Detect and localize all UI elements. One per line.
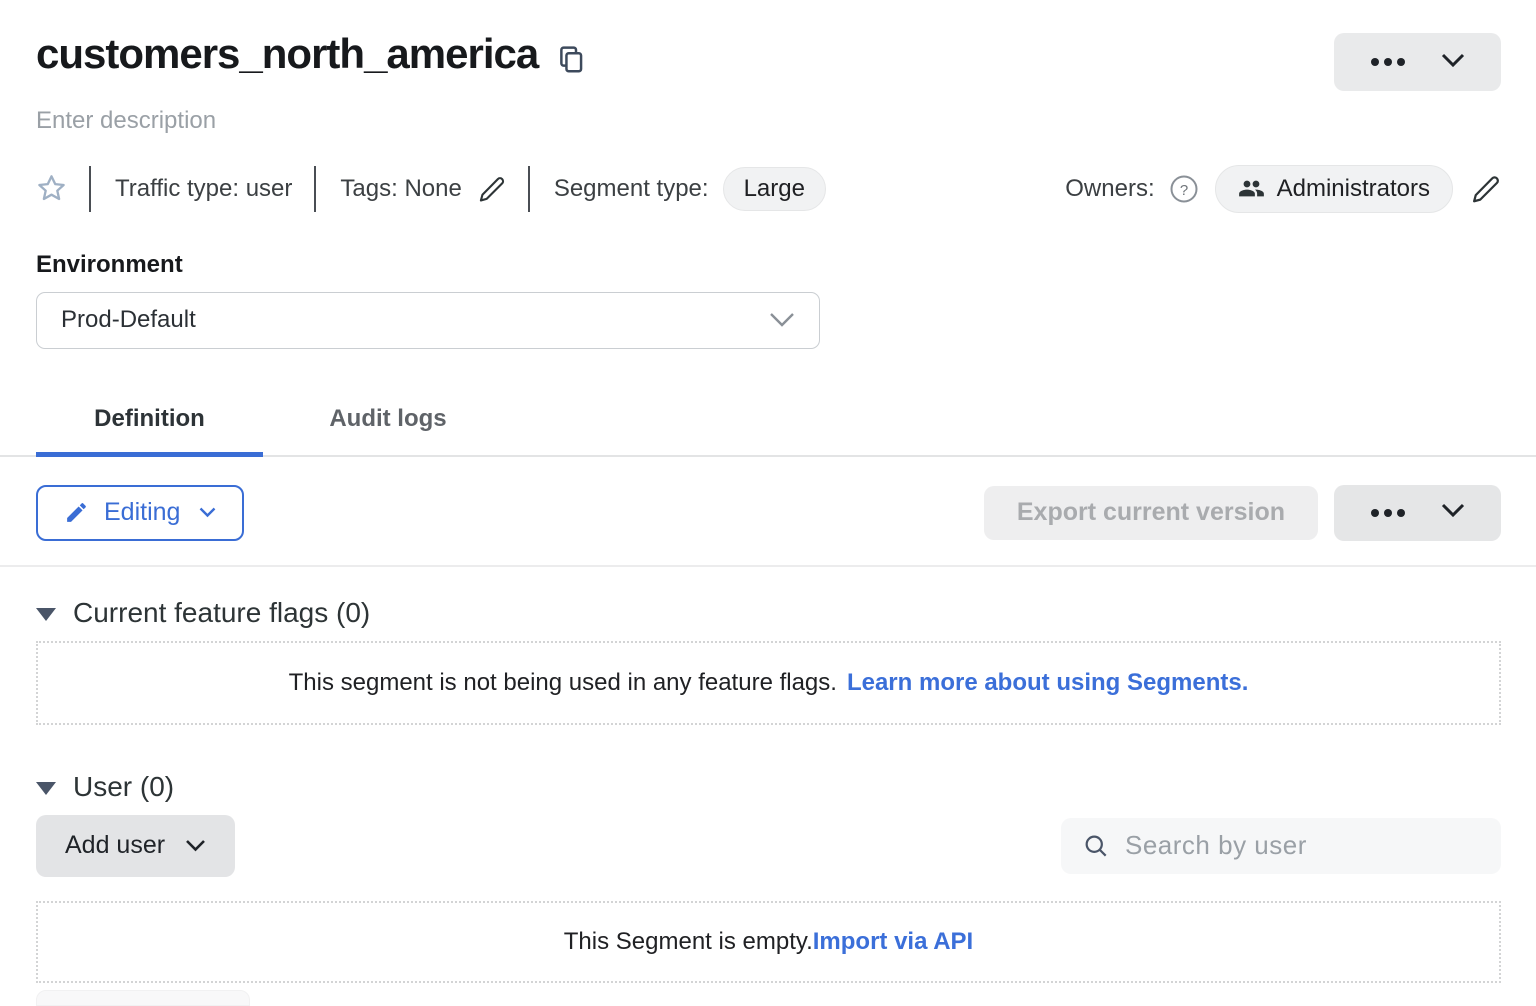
description-placeholder[interactable]: Enter description <box>36 107 1501 136</box>
edit-tags-pencil-icon[interactable] <box>478 175 506 203</box>
favorite-star-icon[interactable] <box>36 173 67 204</box>
segment-type-label: Segment type: <box>554 175 709 203</box>
question-circle-icon[interactable]: ? <box>1169 174 1199 204</box>
page-title: customers_north_america <box>36 28 538 81</box>
cutoff-element <box>36 990 250 1006</box>
user-empty-state: This Segment is empty. Import via API <box>36 901 1501 983</box>
segment-type-badge: Large <box>723 167 826 211</box>
collapse-triangle-icon <box>36 782 56 795</box>
owners-group: Owners: ? Administrators <box>1065 165 1501 213</box>
editing-label: Editing <box>104 498 180 527</box>
ellipsis-icon <box>1371 58 1405 66</box>
tab-audit-logs-label: Audit logs <box>329 405 446 432</box>
chevron-down-icon <box>769 312 795 328</box>
owners-label: Owners: <box>1065 175 1154 203</box>
segment-detail-page: customers_north_america Enter descriptio… <box>0 0 1536 983</box>
header: customers_north_america <box>36 0 1501 91</box>
divider <box>89 166 91 212</box>
svg-text:?: ? <box>1179 182 1187 199</box>
environment-select[interactable]: Prod-Default <box>36 292 820 349</box>
add-user-label: Add user <box>65 831 165 860</box>
user-toolbar: Add user <box>36 815 1501 877</box>
feature-flags-empty-state: This segment is not being used in any fe… <box>36 641 1501 725</box>
tags-label: Tags: None <box>340 175 461 203</box>
chevron-down-icon <box>1441 503 1465 522</box>
owners-value: Administrators <box>1277 175 1430 203</box>
tab-audit-logs[interactable]: Audit logs <box>293 387 483 455</box>
user-section-title: User (0) <box>73 771 174 803</box>
chevron-down-icon <box>1441 53 1465 72</box>
import-via-api-link[interactable]: Import via API <box>813 928 973 956</box>
definition-options-button[interactable] <box>1334 485 1501 541</box>
tab-definition[interactable]: Definition <box>36 387 263 455</box>
learn-more-link[interactable]: Learn more about using Segments. <box>847 669 1248 697</box>
meta-row: Traffic type: user Tags: None Segment ty… <box>36 165 1501 213</box>
tab-definition-label: Definition <box>94 405 205 432</box>
chevron-down-icon <box>199 507 216 518</box>
search-icon <box>1082 832 1110 860</box>
collapse-triangle-icon <box>36 608 56 621</box>
user-search <box>1061 818 1501 874</box>
add-user-button[interactable]: Add user <box>36 815 235 877</box>
pencil-icon <box>64 500 89 525</box>
search-by-user-input[interactable] <box>1123 829 1480 862</box>
feature-flags-section-title: Current feature flags (0) <box>73 597 370 629</box>
traffic-type-label: Traffic type: user <box>115 175 292 203</box>
user-section-header[interactable]: User (0) <box>36 771 1501 803</box>
chevron-down-icon <box>185 839 206 852</box>
section-divider <box>0 565 1536 567</box>
ellipsis-icon <box>1371 509 1405 517</box>
segment-empty-text: This Segment is empty. <box>564 928 813 956</box>
export-current-version-button[interactable]: Export current version <box>984 486 1318 540</box>
copy-icon[interactable] <box>558 44 585 81</box>
editing-mode-button[interactable]: Editing <box>36 485 244 541</box>
tab-bar: Definition Audit logs <box>0 387 1536 457</box>
edit-owners-pencil-icon[interactable] <box>1471 174 1501 204</box>
feature-flags-empty-text: This segment is not being used in any fe… <box>289 669 837 697</box>
feature-flags-section-header[interactable]: Current feature flags (0) <box>36 597 1501 629</box>
owners-badge[interactable]: Administrators <box>1215 165 1453 213</box>
segment-options-button[interactable] <box>1334 33 1501 91</box>
environment-selected-value: Prod-Default <box>61 306 196 334</box>
active-tab-underline <box>36 452 263 457</box>
definition-toolbar: Editing Export current version <box>36 485 1501 541</box>
environment-label: Environment <box>36 251 1501 280</box>
divider <box>528 166 530 212</box>
divider <box>314 166 316 212</box>
people-icon <box>1238 175 1265 202</box>
